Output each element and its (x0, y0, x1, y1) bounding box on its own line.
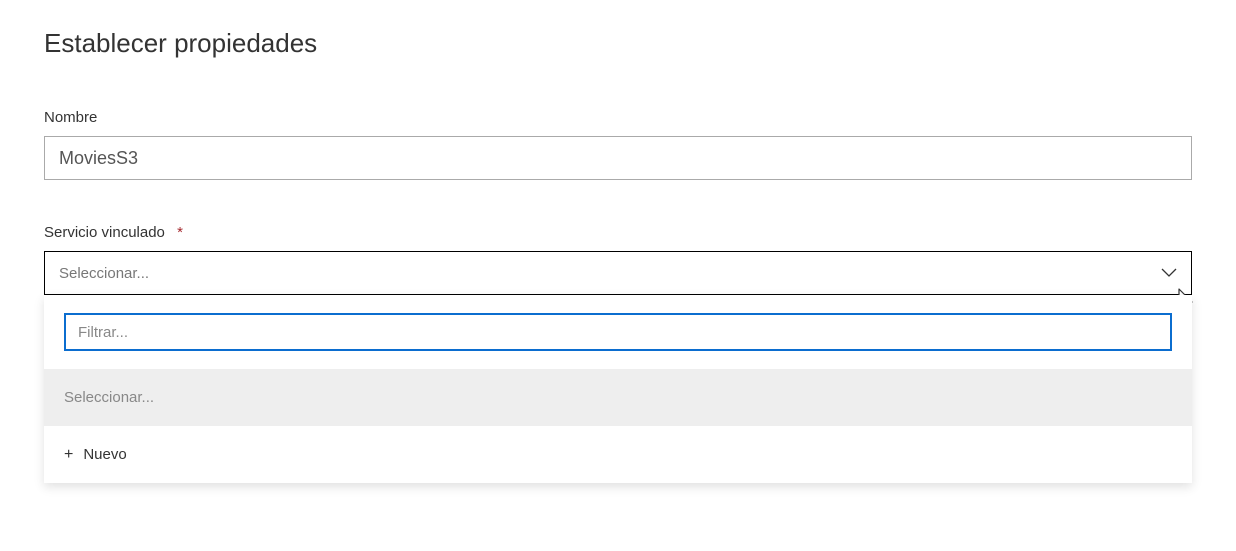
linked-service-label-row: Servicio vinculado * (44, 224, 1192, 241)
linked-service-dropdown: Seleccionar... + Nuevo (44, 295, 1192, 483)
linked-service-select[interactable]: Seleccionar... (44, 251, 1192, 295)
plus-icon: + (64, 447, 73, 463)
filter-wrap (44, 295, 1192, 369)
linked-service-placeholder: Seleccionar... (59, 265, 149, 282)
linked-service-label: Servicio vinculado (44, 224, 165, 241)
linked-service-field-block: Servicio vinculado * Seleccionar... Sele… (44, 224, 1192, 295)
dropdown-option-select[interactable]: Seleccionar... (44, 369, 1192, 426)
linked-service-select-wrapper: Seleccionar... Seleccionar... + Nuevo (44, 251, 1192, 295)
dropdown-new-label: Nuevo (83, 446, 126, 463)
name-field-block: Nombre (44, 109, 1192, 180)
filter-input[interactable] (64, 313, 1172, 351)
name-input[interactable] (44, 136, 1192, 180)
page-title: Establecer propiedades (44, 28, 1192, 59)
dropdown-new-button[interactable]: + Nuevo (44, 426, 1192, 483)
name-label: Nombre (44, 109, 1192, 126)
required-asterisk-icon: * (177, 224, 183, 241)
chevron-down-icon (1161, 268, 1177, 278)
